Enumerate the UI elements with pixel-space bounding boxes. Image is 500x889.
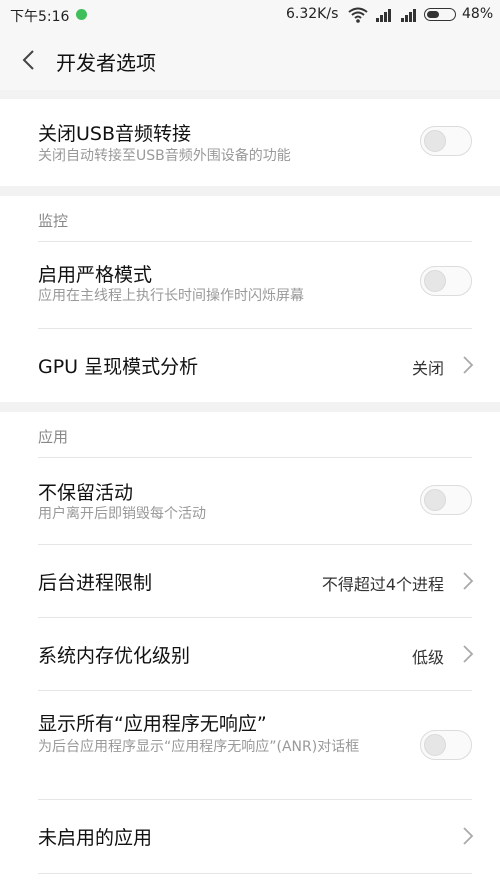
- status-time: 下午5:16: [10, 9, 70, 25]
- list-item[interactable]: 后台进程限制 不得超过4个进程: [0, 545, 500, 617]
- item-title: 不保留活动: [38, 482, 134, 504]
- item-title: 未启用的应用: [38, 827, 153, 849]
- battery-percent: 48%: [462, 6, 494, 22]
- notification-dot-icon: [76, 9, 87, 20]
- item-subtitle: 应用在主线程上执行长时间操作时闪烁屏幕: [38, 288, 304, 304]
- item-title: 系统内存优化级别: [38, 645, 191, 667]
- item-title: 关闭USB音频转接: [38, 123, 192, 145]
- chevron-right-icon: [463, 645, 474, 663]
- toggle-switch[interactable]: [420, 266, 472, 296]
- section-header: 应用: [38, 428, 69, 446]
- list-item[interactable]: GPU 呈现模式分析 关闭: [0, 329, 500, 401]
- item-title: 显示所有“应用程序无响应”: [38, 713, 267, 735]
- item-title: 启用严格模式: [38, 264, 153, 286]
- item-value: 关闭: [411, 359, 444, 378]
- status-bar: 下午5:16 6.32K/s 48%: [0, 0, 500, 30]
- list-item[interactable]: 显示所有“应用程序无响应” 为后台应用程序显示“应用程序无响应”(ANR)对话框: [0, 691, 500, 799]
- section-usb: 关闭USB音频转接 关闭自动转接至USB音频外围设备的功能: [0, 99, 500, 186]
- item-subtitle: 为后台应用程序显示“应用程序无响应”(ANR)对话框: [38, 739, 360, 755]
- chevron-right-icon: [463, 572, 474, 590]
- section-monitor: 监控 启用严格模式 应用在主线程上执行长时间操作时闪烁屏幕 GPU 呈现模式分析…: [0, 196, 500, 402]
- item-title: GPU 呈现模式分析: [38, 356, 199, 378]
- chevron-left-icon[interactable]: [18, 48, 40, 72]
- page-title: 开发者选项: [56, 51, 156, 75]
- battery-icon: [424, 8, 456, 21]
- toggle-switch[interactable]: [420, 485, 472, 515]
- chevron-right-icon: [463, 827, 474, 845]
- section-header: 监控: [38, 212, 69, 230]
- item-title: 后台进程限制: [38, 572, 153, 594]
- list-item[interactable]: 关闭USB音频转接 关闭自动转接至USB音频外围设备的功能: [0, 99, 500, 186]
- list-item[interactable]: 不保留活动 用户离开后即销毁每个活动: [0, 458, 500, 544]
- item-value: 不得超过4个进程: [321, 575, 444, 594]
- list-item[interactable]: 启用严格模式 应用在主线程上执行长时间操作时闪烁屏幕: [0, 242, 500, 328]
- section-apps: 应用 不保留活动 用户离开后即销毁每个活动 后台进程限制 不得超过4个进程 系统…: [0, 412, 500, 889]
- list-item[interactable]: 系统内存优化级别 低级: [0, 618, 500, 690]
- chevron-right-icon: [463, 356, 474, 374]
- toggle-switch[interactable]: [420, 126, 472, 156]
- toggle-switch[interactable]: [420, 730, 472, 760]
- item-subtitle: 用户离开后即销毁每个活动: [38, 506, 206, 522]
- title-bar: 开发者选项: [0, 30, 500, 90]
- network-speed: 6.32K/s: [286, 6, 339, 22]
- signal-icon: [401, 9, 416, 22]
- item-value: 低级: [411, 648, 444, 667]
- item-subtitle: 关闭自动转接至USB音频外围设备的功能: [38, 148, 291, 164]
- list-item[interactable]: 未启用的应用: [0, 800, 500, 872]
- signal-icon: [376, 9, 391, 22]
- wifi-icon: [348, 7, 368, 23]
